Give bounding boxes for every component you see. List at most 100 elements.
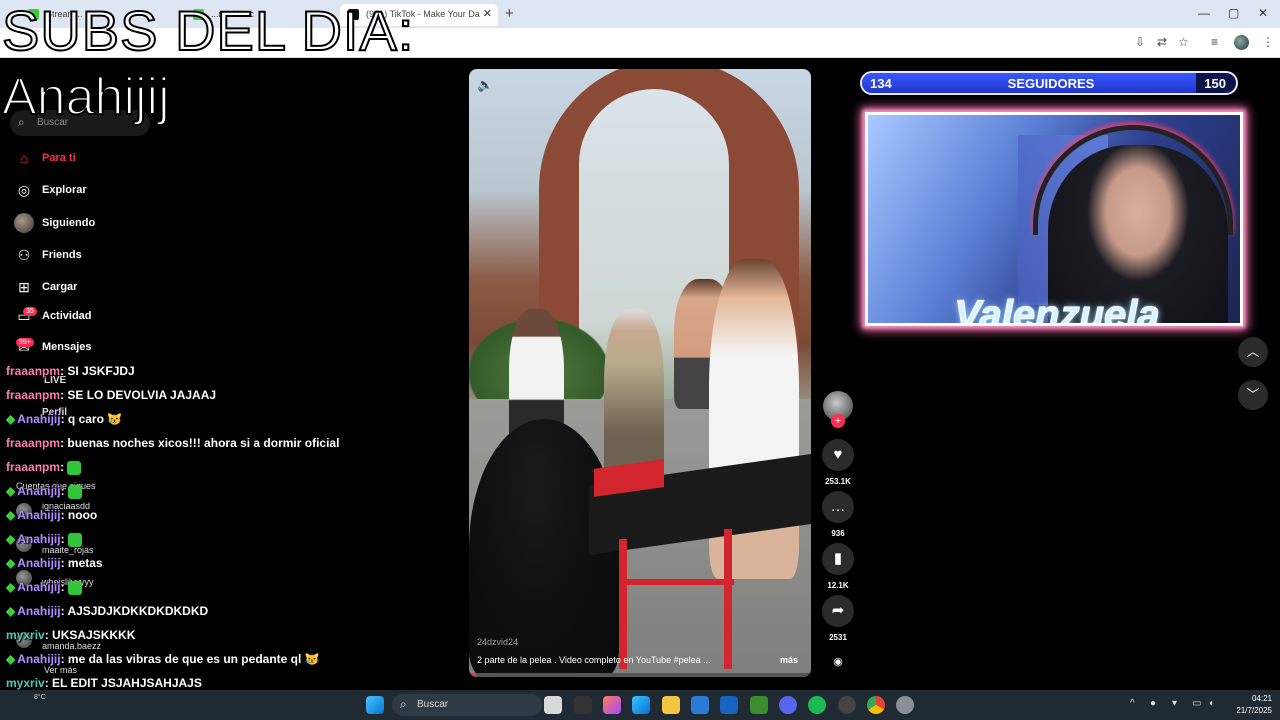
chat-message: ◆ Anahijij: [6,484,82,499]
follower-goal-bar: 134 SEGUIDORES 150 [860,71,1238,95]
chat-message: ◆ Anahijij: me da las vibras de que es un… [6,652,320,666]
tab-close-icon[interactable]: ✕ [483,7,492,20]
minecraft-icon[interactable] [750,696,768,714]
tray-app-icon[interactable]: ● [1150,698,1156,709]
chat-username: Anahijij [17,580,61,594]
like-button[interactable]: ♥ [822,439,854,471]
friends-icon: ⚇ [17,246,31,263]
file-explorer-icon[interactable] [662,696,680,714]
next-video-button[interactable]: ﹀ [1238,380,1268,410]
weather-widget[interactable]: 8°C [34,694,46,701]
video-player[interactable]: 🔈 24dzvid24 2 parte de la pelea . Video … [469,69,811,677]
following-avatar [14,213,34,233]
screen: Stream... ...m - Watc (99+) TikTok - Mak… [0,0,1280,720]
comment-icon: … [830,498,846,515]
discord-icon[interactable] [779,696,797,714]
clock-date: 21/7/2025 [1236,706,1272,715]
subs-of-the-day-name: Anahijij [1,68,171,126]
streamer-name-overlay: Valenzuela [954,293,1160,326]
volume-icon[interactable]: ◖ [1208,698,1214,709]
install-app-icon[interactable]: ⇩ [1135,35,1145,49]
translate-icon[interactable]: ⇄ [1157,35,1167,49]
chat-username: Anahijij [17,412,61,426]
share-button[interactable]: ➦ [822,595,854,627]
sub-badge-icon: ◆ [6,484,16,498]
chat-username: Anahijij [17,532,61,546]
obs-icon[interactable] [838,696,856,714]
sub-badge-icon: ◆ [6,652,16,666]
outlook-icon[interactable] [720,696,738,714]
browser-menu-icon[interactable]: ⋮ [1262,35,1274,49]
chat-username: fraaanpm [6,460,61,474]
taskbar-search-input[interactable]: ⌕ Buscar [392,694,542,716]
video-progress-bar[interactable] [469,673,811,677]
caption-more-link[interactable]: más [780,655,798,665]
chat-message: fraaanpm: SI JSKFJDJ [6,364,135,378]
share-icon: ➦ [831,602,845,619]
sidebar-item-label: Explorar [42,184,87,196]
taskbar-clock[interactable]: 04:21 21/7/2025 [1222,693,1272,717]
upload-icon: ⊞ [18,278,30,295]
follow-plus-icon[interactable]: + [831,414,845,428]
minimize-button[interactable]: — [1198,6,1210,20]
reading-list-icon[interactable]: ≡ [1211,35,1218,49]
follower-goal-target: 150 [1204,76,1226,91]
save-button[interactable]: ▮ [822,543,854,575]
settings-gear-icon[interactable] [896,696,914,714]
sidebar-item-para-ti[interactable]: ⌂ Para ti [14,147,76,169]
see-more-link[interactable]: Ver más [44,665,77,675]
comment-button[interactable]: … [822,491,854,523]
sidebar-item-explorar[interactable]: ◎ Explorar [14,179,87,201]
chat-message: myxriv: EL EDIT JSJAHJSAHJAJS [6,676,202,690]
home-icon: ⌂ [19,150,29,166]
chat-message: fraaanpm: [6,460,82,475]
music-disc-icon: ◉ [833,656,843,668]
windows-start-icon[interactable] [366,696,384,714]
account-name[interactable]: amanda.baezz [42,641,101,651]
volume-icon[interactable]: 🔈 [477,77,493,93]
chat-text: : me da las vibras de que es un pedante … [60,652,320,666]
follower-goal-label: SEGUIDORES [1007,76,1095,91]
sidebar-item-cargar[interactable]: ⊞ Cargar [14,276,77,298]
network-icon[interactable]: ▭ [1192,698,1201,709]
sidebar-item-label: Siguiendo [42,217,96,229]
bookmark-icon: ▮ [833,550,843,567]
spotify-icon[interactable] [808,696,826,714]
sub-badge-icon: ◆ [6,412,16,426]
sidebar-item-siguiendo[interactable]: Siguiendo [14,212,95,234]
chat-text: : q caro 😿 [60,412,123,426]
music-disc-button[interactable]: ◉ [826,650,850,674]
browser-profile-avatar[interactable] [1234,35,1249,50]
edge-icon[interactable] [632,696,650,714]
epic-games-icon[interactable] [574,696,592,714]
video-table-bar [619,579,734,585]
chevron-up-icon: ︿ [1246,344,1260,359]
sidebar-item-label: Mensajes [42,341,92,353]
store-icon[interactable] [691,696,709,714]
new-tab-button[interactable]: + [505,5,514,22]
chat-text: : [60,580,65,594]
bookmark-star-icon[interactable]: ☆ [1178,35,1189,49]
chat-message: fraaanpm: SE LO DEVOLVIA JAJAAJ [6,388,216,402]
tray-chevron-up-icon[interactable]: ^ [1130,698,1135,709]
video-username[interactable]: 24dzvid24 [477,637,518,647]
chat-message: ◆ Anahijij: q caro 😿 [6,412,122,426]
chat-message: ◆ Anahijij: [6,532,82,547]
task-view-icon[interactable] [544,696,562,714]
chat-text: : metas [60,556,103,570]
video-caption: 2 parte de la pelea . Video completo en … [477,655,711,665]
sidebar-item-label: Para ti [42,152,76,164]
previous-video-button[interactable]: ︿ [1238,337,1268,367]
sidebar-item-label: Friends [42,249,82,261]
close-window-button[interactable]: ✕ [1258,6,1268,20]
sidebar-item-friends[interactable]: ⚇ Friends [14,244,82,266]
maximize-button[interactable]: ▢ [1228,6,1239,20]
chat-message: ◆ Anahijij: nooo [6,508,97,522]
chrome-icon[interactable] [867,696,885,714]
chat-username: fraaanpm [6,364,61,378]
chat-text: : nooo [60,508,98,522]
microphone-icon[interactable]: ▾ [1172,698,1177,709]
sub-badge-icon: ◆ [6,556,16,570]
chat-username: Anahijij [17,508,61,522]
copilot-icon[interactable] [603,696,621,714]
